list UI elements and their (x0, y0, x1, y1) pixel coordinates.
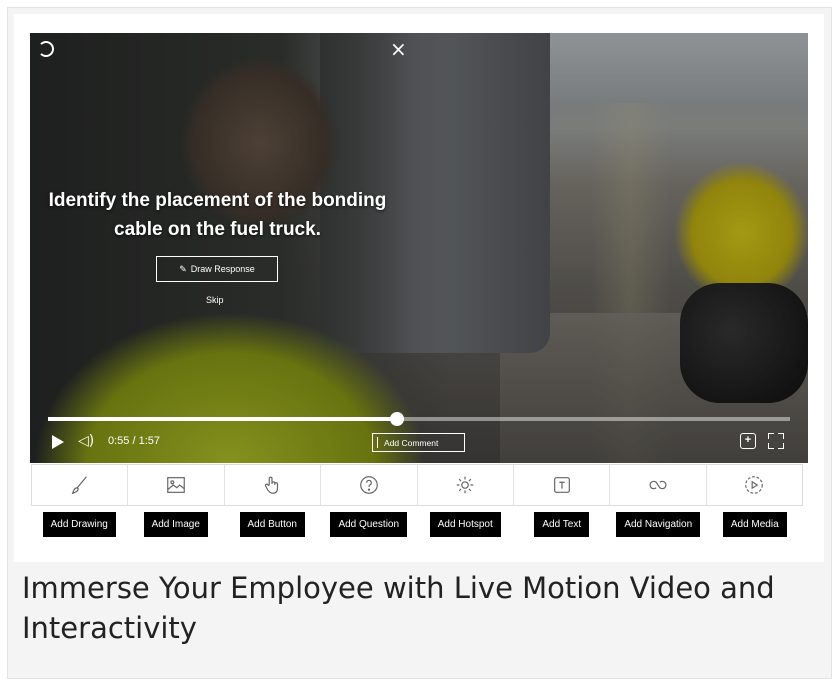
close-icon[interactable]: × (390, 39, 407, 59)
brush-icon (71, 476, 87, 495)
add-button-label: Add Button (239, 512, 305, 537)
rewind-icon[interactable] (38, 41, 54, 57)
add-navigation-tool[interactable] (610, 465, 707, 505)
volume-icon[interactable]: ◁) (78, 433, 94, 449)
pointer-hand-icon (265, 476, 279, 494)
media-icon (745, 476, 764, 494)
add-navigation-label: Add Navigation (616, 512, 701, 537)
navigation-icon (649, 480, 667, 490)
add-button-tool[interactable] (225, 465, 322, 505)
add-hotspot-tool[interactable] (418, 465, 514, 505)
progress-fill (48, 417, 397, 421)
add-image-label: Add Image (143, 512, 208, 537)
draw-response-label: Draw Response (190, 264, 255, 274)
fullscreen-icon[interactable] (768, 433, 784, 449)
text-cursor (377, 437, 378, 448)
progress-knob[interactable] (389, 412, 404, 426)
add-media-label: Add Media (722, 512, 787, 537)
add-hotspot-label: Add Hotspot (429, 512, 501, 537)
tool-labels: Add Drawing Add Image Add Button Add Que… (31, 512, 803, 538)
add-drawing-label: Add Drawing (42, 512, 116, 537)
add-text-tool[interactable] (514, 465, 611, 505)
authoring-toolbar (31, 464, 803, 506)
add-comment-label: Add Comment (384, 437, 439, 448)
add-media-tool[interactable] (707, 465, 802, 505)
hotspot-icon (456, 476, 474, 494)
add-question-label: Add Question (330, 512, 408, 537)
progress-bar[interactable] (48, 412, 790, 426)
add-question-tool[interactable] (321, 465, 418, 505)
question-icon (359, 476, 378, 494)
time-display: 0:55 / 1:57 (108, 435, 160, 447)
draw-response-button[interactable]: ✎ Draw Response (156, 256, 278, 282)
play-icon[interactable] (52, 435, 64, 449)
add-drawing-tool[interactable] (32, 465, 129, 505)
text-icon (553, 477, 570, 493)
pencil-icon: ✎ (179, 263, 187, 274)
add-comment-field[interactable]: Add Comment (372, 433, 465, 452)
add-text-label: Add Text (534, 512, 590, 537)
feature-headline: Immerse Your Employee with Live Motion V… (22, 571, 775, 645)
question-prompt: Identify the placement of the bonding ca… (48, 190, 387, 240)
video-overlay (30, 33, 808, 463)
skip-link[interactable]: Skip (206, 295, 224, 305)
image-icon (167, 477, 185, 493)
video-player[interactable]: × Identify the placement of the bonding … (30, 33, 808, 463)
add-note-icon[interactable]: + (740, 433, 756, 449)
add-image-tool[interactable] (128, 465, 225, 505)
